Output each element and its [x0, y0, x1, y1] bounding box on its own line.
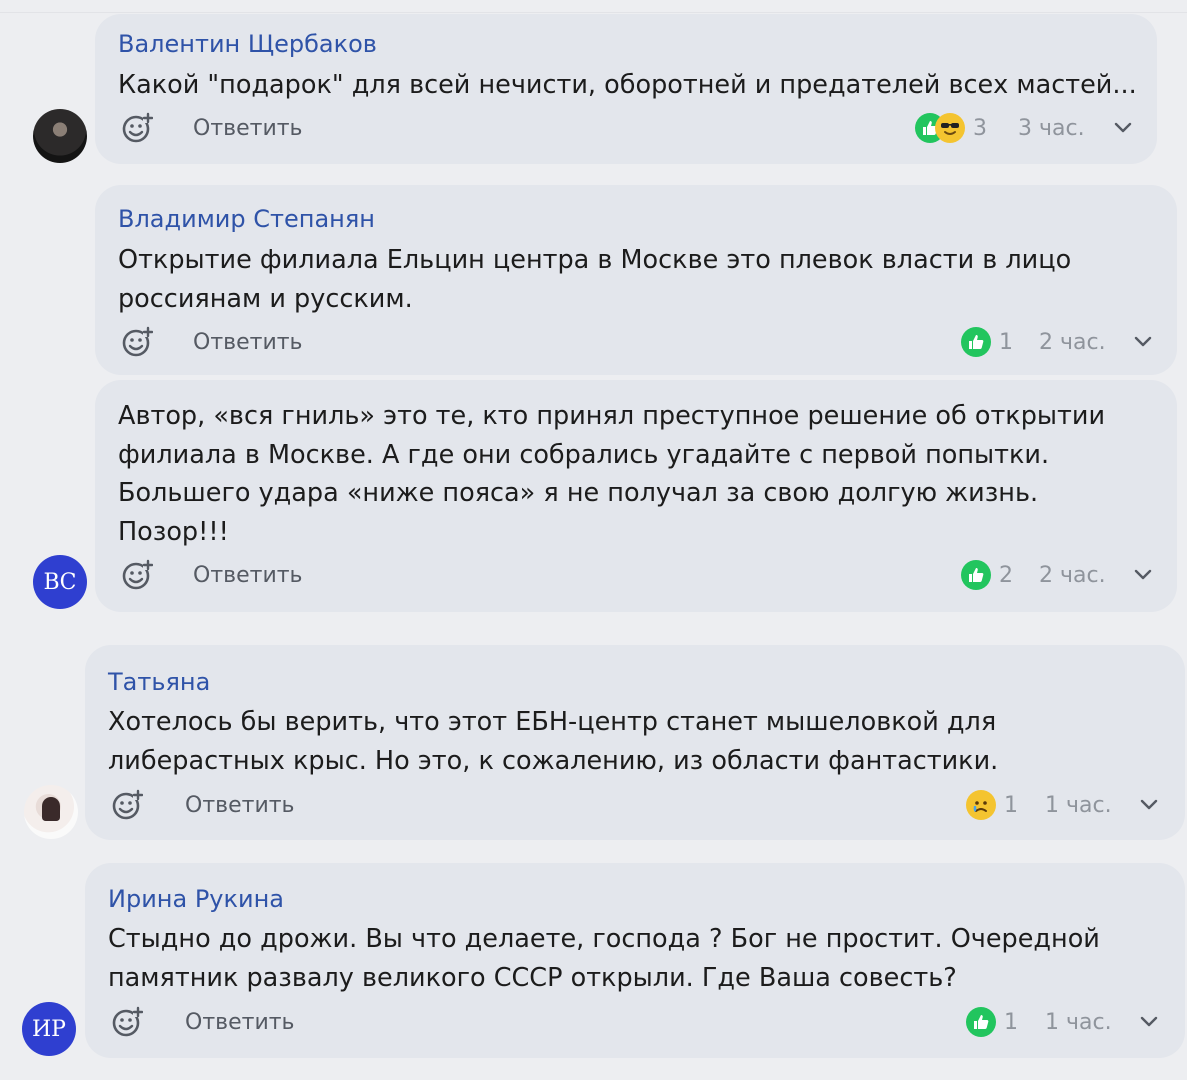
comment-author[interactable]: Ирина Рукина: [108, 885, 284, 913]
reactions[interactable]: 1: [966, 1002, 1018, 1042]
comment-text: Какой "подарок" для всей нечисти, оборот…: [118, 70, 1137, 100]
chevron-down-icon[interactable]: [1112, 116, 1134, 138]
comment-time[interactable]: 3 час.: [1018, 116, 1085, 141]
comment-text: Автор, «вся гниль» это те, кто принял пр…: [118, 401, 1106, 547]
comment-author[interactable]: Татьяна: [108, 668, 210, 696]
chevron-down-icon[interactable]: [1132, 330, 1154, 352]
comment-actions: Ответить 3 3 час.: [0, 108, 1187, 148]
comment-text: Стыдно до дрожи. Вы что делаете, господа…: [108, 924, 1100, 993]
comment-author[interactable]: Владимир Степанян: [118, 205, 375, 233]
reply-button[interactable]: Ответить: [193, 116, 303, 141]
reactions[interactable]: 1: [961, 322, 1013, 362]
reply-button[interactable]: Ответить: [193, 563, 303, 588]
comment-text: Хотелось бы верить, что этот ЕБН-центр с…: [108, 707, 999, 776]
top-divider: [0, 12, 1187, 13]
add-reaction-icon[interactable]: [121, 326, 153, 358]
reaction-count: 1: [1004, 1009, 1018, 1035]
reply-button[interactable]: Ответить: [185, 793, 295, 818]
reaction-count: 1: [1004, 792, 1018, 818]
add-reaction-icon[interactable]: [121, 559, 153, 591]
comment-time[interactable]: 1 час.: [1045, 1010, 1112, 1035]
reaction-count: 2: [999, 562, 1013, 588]
cool-face-icon: [935, 113, 965, 143]
reaction-count: 1: [999, 329, 1013, 355]
comment-author[interactable]: Валентин Щербаков: [118, 30, 377, 58]
comment-time[interactable]: 2 час.: [1039, 330, 1106, 355]
reply-button[interactable]: Ответить: [185, 1010, 295, 1035]
chevron-down-icon[interactable]: [1138, 1010, 1160, 1032]
comment-time[interactable]: 2 час.: [1039, 563, 1106, 588]
comment-actions: Ответить 1 2 час.: [0, 322, 1187, 362]
like-icon: [961, 560, 991, 590]
add-reaction-icon[interactable]: [111, 789, 143, 821]
add-reaction-icon[interactable]: [121, 112, 153, 144]
reactions[interactable]: 2: [961, 555, 1013, 595]
sad-face-icon: [966, 790, 996, 820]
comment-actions: Ответить 1 1 час.: [0, 785, 1187, 825]
comment-actions: Ответить 2 2 час.: [0, 555, 1187, 595]
chevron-down-icon[interactable]: [1132, 563, 1154, 585]
like-icon: [966, 1007, 996, 1037]
comment-actions: Ответить 1 1 час.: [0, 1002, 1187, 1042]
reactions[interactable]: 3: [915, 108, 987, 148]
reaction-count: 3: [973, 115, 987, 141]
reactions[interactable]: 1: [966, 785, 1018, 825]
add-reaction-icon[interactable]: [111, 1006, 143, 1038]
comment-time[interactable]: 1 час.: [1045, 793, 1112, 818]
reply-button[interactable]: Ответить: [193, 330, 303, 355]
chevron-down-icon[interactable]: [1138, 793, 1160, 815]
comment-text: Открытие филиала Ельцин центра в Москве …: [118, 245, 1072, 314]
like-icon: [961, 327, 991, 357]
